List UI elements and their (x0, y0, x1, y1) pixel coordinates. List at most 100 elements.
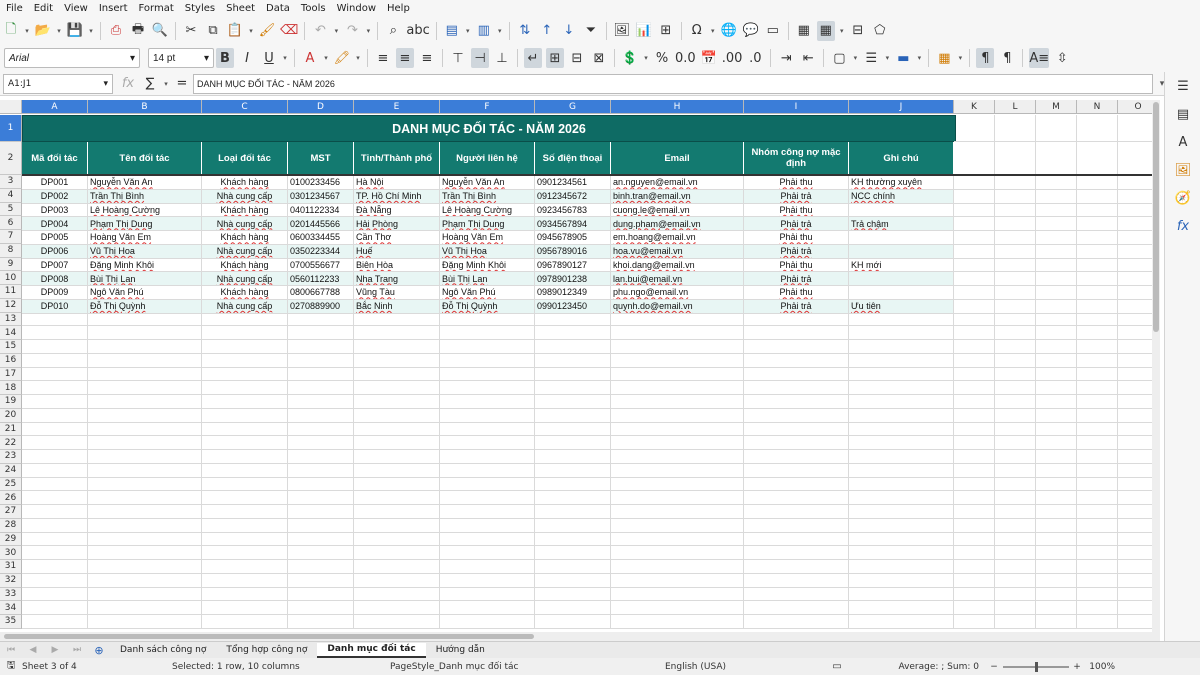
sort-icon[interactable]: ⇅ (516, 21, 534, 41)
table-cell[interactable]: Phải trả (744, 217, 849, 231)
empty-cell[interactable] (744, 615, 849, 629)
empty-cell[interactable] (22, 463, 88, 478)
redo-dropdown-icon[interactable]: ▾ (364, 21, 372, 41)
column-header[interactable]: G (535, 100, 611, 114)
empty-cell[interactable] (288, 518, 354, 533)
row-header[interactable]: 3 (0, 175, 22, 189)
empty-cell[interactable] (744, 326, 849, 340)
copy-icon[interactable]: ⧉ (204, 21, 222, 41)
empty-cell[interactable] (1036, 587, 1077, 602)
empty-cell[interactable] (88, 353, 202, 368)
table-cell[interactable]: 0967890127 (535, 258, 611, 273)
empty-cell[interactable] (535, 573, 611, 588)
empty-cell[interactable] (288, 436, 354, 450)
spelling-icon[interactable]: abc (406, 21, 429, 41)
table-cell[interactable]: DP002 (22, 189, 88, 204)
empty-cell[interactable] (995, 395, 1036, 409)
table-cell[interactable] (1077, 299, 1118, 314)
table-cell[interactable] (1036, 299, 1077, 314)
selection-mode-icon[interactable]: ▭ (822, 657, 852, 677)
table-cell[interactable] (995, 189, 1036, 204)
empty-cell[interactable] (849, 367, 954, 382)
empty-cell[interactable] (22, 505, 88, 519)
page-style[interactable]: PageStyle_Danh mục đối tác (390, 662, 665, 672)
table-cell[interactable]: Lê Hoàng Cường (88, 203, 202, 218)
text-vertical-icon[interactable]: ⇳ (1053, 48, 1071, 68)
empty-cell[interactable] (995, 601, 1036, 615)
show-draw-functions-icon[interactable]: ⬠ (871, 21, 889, 41)
empty-cell[interactable] (1036, 491, 1077, 505)
empty-cell[interactable] (611, 408, 744, 423)
empty-cell[interactable] (288, 560, 354, 574)
zoom-level[interactable]: 100% (1085, 662, 1115, 672)
empty-cell[interactable] (744, 381, 849, 395)
styles-icon[interactable]: A (1165, 128, 1200, 156)
table-cell[interactable]: DP004 (22, 217, 88, 231)
sum-icon[interactable]: ∑ (141, 74, 159, 94)
empty-cell[interactable] (535, 381, 611, 395)
empty-cell[interactable] (22, 477, 88, 492)
empty-cell[interactable] (849, 505, 954, 519)
highlight-dropdown-icon[interactable]: ▾ (354, 48, 362, 68)
empty-cell[interactable] (611, 367, 744, 382)
menu-sheet[interactable]: Sheet (226, 3, 255, 14)
table-cell[interactable]: Phạm Thị Dung (440, 217, 535, 231)
empty-cell[interactable] (1036, 312, 1077, 327)
hamburger-icon[interactable]: ☰ (1165, 72, 1200, 100)
border-color-icon[interactable]: ▬ (894, 48, 912, 68)
empty-cell[interactable] (288, 353, 354, 368)
table-cell[interactable]: DP003 (22, 203, 88, 218)
empty-cell[interactable] (535, 532, 611, 547)
empty-cell[interactable] (954, 505, 995, 519)
empty-cell[interactable] (744, 312, 849, 327)
empty-cell[interactable] (1077, 601, 1118, 615)
corner-cell[interactable] (0, 100, 22, 114)
empty-cell[interactable] (849, 408, 954, 423)
empty-cell[interactable] (849, 573, 954, 588)
empty-cell[interactable] (22, 587, 88, 602)
empty-cell[interactable] (22, 491, 88, 505)
empty-cell[interactable] (22, 395, 88, 409)
empty-cell[interactable] (1077, 115, 1118, 142)
table-cell[interactable]: Vũ Thị Hoa (88, 244, 202, 259)
empty-cell[interactable] (744, 436, 849, 450)
sum-dropdown-icon[interactable]: ▾ (162, 74, 170, 94)
borders-icon[interactable]: ▢ (830, 48, 848, 68)
table-cell[interactable] (849, 244, 954, 259)
table-cell[interactable]: DP001 (22, 176, 88, 190)
empty-cell[interactable] (954, 353, 995, 368)
empty-cell[interactable] (440, 340, 535, 354)
formula-input[interactable]: DANH MỤC ĐỐI TÁC - NĂM 2026 (193, 73, 1153, 94)
empty-cell[interactable] (1036, 546, 1077, 560)
empty-cell[interactable] (354, 395, 440, 409)
empty-cell[interactable] (202, 491, 288, 505)
empty-cell[interactable] (535, 505, 611, 519)
table-cell[interactable]: binh.tran@email.vn (611, 189, 744, 204)
empty-cell[interactable] (288, 450, 354, 464)
empty-cell[interactable] (1036, 518, 1077, 533)
empty-cell[interactable] (288, 491, 354, 505)
table-cell[interactable]: 0100233456 (288, 176, 354, 190)
empty-cell[interactable] (1077, 312, 1118, 327)
save-icon[interactable]: 💾 (66, 21, 84, 41)
empty-cell[interactable] (535, 491, 611, 505)
empty-cell[interactable] (288, 408, 354, 423)
align-right-icon[interactable]: ≡ (418, 48, 436, 68)
table-cell[interactable] (1077, 189, 1118, 204)
empty-cell[interactable] (288, 422, 354, 437)
header-footer-icon[interactable]: ▭ (764, 21, 782, 41)
wrap-text-icon[interactable]: ↵ (524, 48, 542, 68)
empty-cell[interactable] (354, 546, 440, 560)
table-cell[interactable]: Trần Thị Bình (440, 189, 535, 204)
column-header[interactable]: M (1036, 100, 1077, 114)
empty-cell[interactable] (202, 601, 288, 615)
currency-dropdown-icon[interactable]: ▾ (642, 48, 650, 68)
empty-cell[interactable] (202, 615, 288, 629)
empty-cell[interactable] (88, 560, 202, 574)
empty-cell[interactable] (88, 312, 202, 327)
empty-cell[interactable] (1077, 546, 1118, 560)
empty-cell[interactable] (1036, 560, 1077, 574)
empty-cell[interactable] (954, 312, 995, 327)
table-cell[interactable]: Đỗ Thị Quỳnh (88, 299, 202, 314)
table-cell[interactable]: Phải thu (744, 176, 849, 190)
